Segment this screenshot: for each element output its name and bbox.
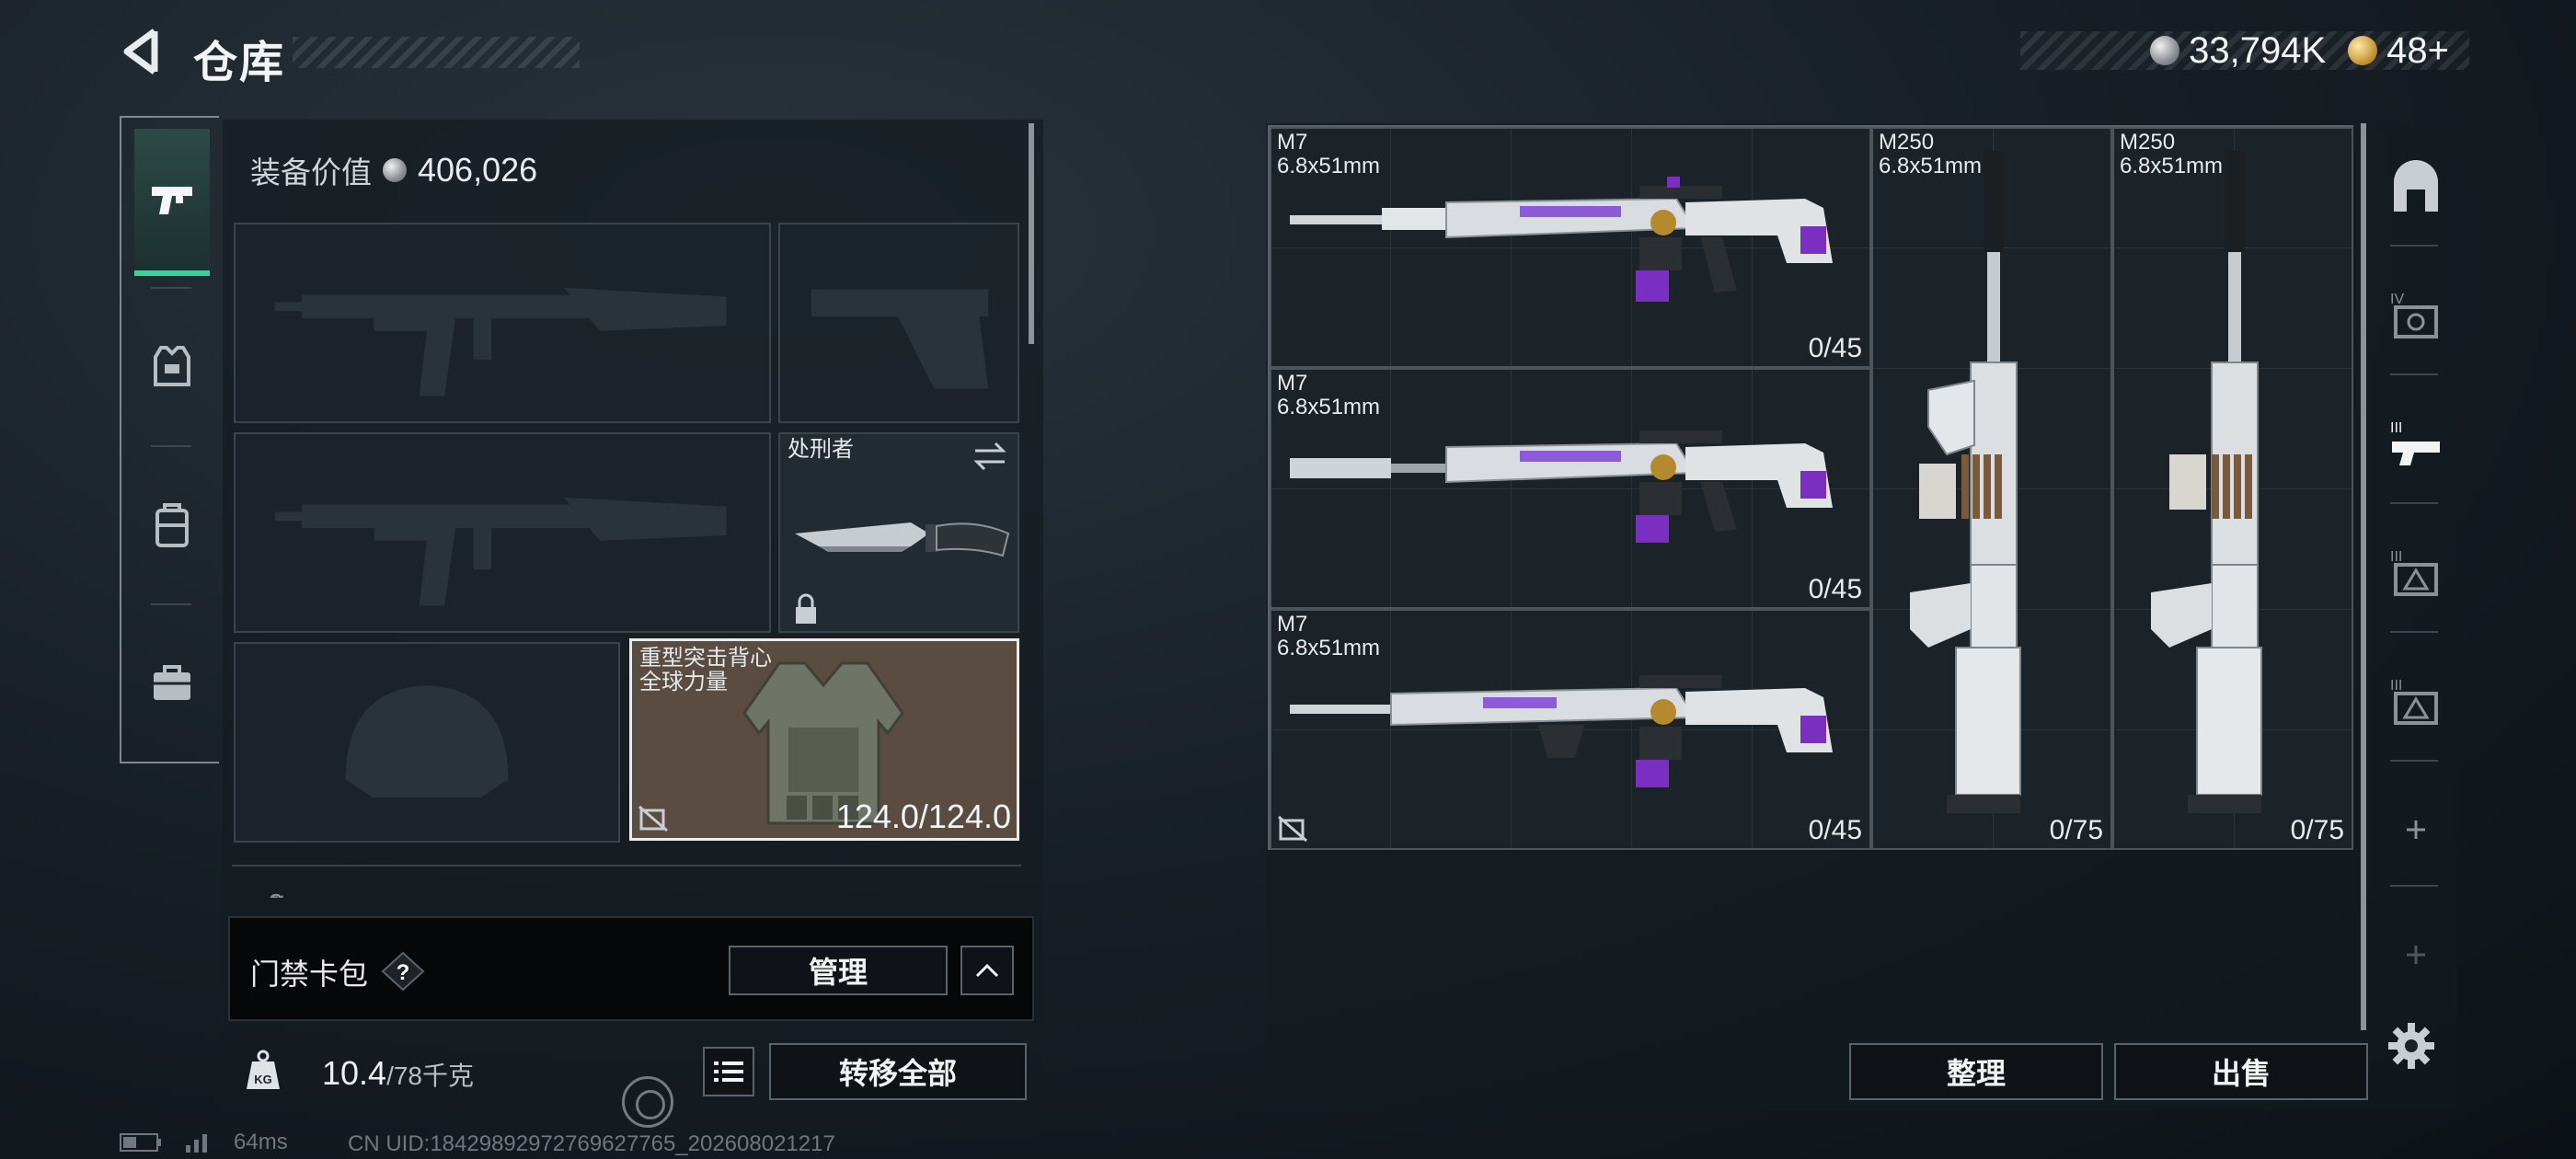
page-title: 仓库 bbox=[193, 39, 286, 87]
primary-weapon-slot-1[interactable] bbox=[234, 223, 771, 423]
chest-rig-count: 2 bbox=[269, 889, 283, 898]
storage-tier-3b-icon[interactable]: III bbox=[2386, 543, 2445, 602]
svg-text:?: ? bbox=[397, 960, 410, 985]
storage-tier-3c-icon[interactable]: III bbox=[2386, 671, 2445, 730]
list-icon bbox=[714, 1061, 743, 1082]
item-ammo-count: 0/75 bbox=[2049, 815, 2103, 845]
rifle-silhouette-icon bbox=[274, 287, 727, 396]
equipment-value-row: 装备价值 406,026 bbox=[234, 129, 1030, 212]
item-ammo-count: 0/75 bbox=[2290, 815, 2344, 845]
m250-machinegun-image bbox=[2151, 151, 2262, 813]
storage-item-m250-1[interactable]: M250 6.8x51mm 0/75 bbox=[1871, 127, 2112, 850]
item-ammo-count: 0/45 bbox=[1808, 574, 1862, 604]
melee-name: 处刑者 bbox=[788, 437, 854, 462]
svg-text:III: III bbox=[2390, 549, 2402, 565]
storage-item-m250-2[interactable]: M250 6.8x51mm 0/75 bbox=[2112, 127, 2353, 850]
svg-text:KG: KG bbox=[254, 1073, 272, 1086]
chest-rig-slot[interactable]: 胸挂 2 bbox=[232, 865, 1021, 898]
title-decoration bbox=[293, 37, 580, 68]
gold-coin-icon bbox=[2348, 36, 2378, 65]
m7-rifle-image bbox=[1290, 675, 1833, 787]
silver-coin-icon bbox=[383, 158, 407, 182]
storage-item-m7-2[interactable]: M7 6.8x51mm 0/45 bbox=[1270, 368, 1871, 609]
equipment-value: 406,026 bbox=[418, 151, 538, 189]
no-drop-icon bbox=[1278, 815, 1307, 843]
user-uid: CN UID:18429892972769627765_202608021217 bbox=[348, 1131, 835, 1156]
storage-category-rail: IV III III III bbox=[2377, 123, 2449, 1098]
primary-weapon-slot-2[interactable] bbox=[234, 432, 771, 633]
helmet-slot[interactable] bbox=[234, 642, 620, 843]
briefcase-icon bbox=[154, 665, 190, 700]
svg-text:III: III bbox=[2390, 420, 2402, 436]
lock-icon bbox=[796, 593, 816, 624]
pistol-silhouette-icon bbox=[811, 289, 989, 389]
no-drop-icon bbox=[638, 805, 668, 832]
backpack-icon bbox=[155, 503, 189, 547]
m7-rifle-image bbox=[1290, 177, 1833, 302]
knife-image bbox=[795, 522, 1010, 557]
silver-coin-icon bbox=[2150, 36, 2180, 65]
m250-machinegun-image bbox=[1910, 151, 2021, 813]
storage-tier-4-icon[interactable]: IV bbox=[2386, 285, 2445, 344]
svg-text:III: III bbox=[2390, 678, 2402, 694]
weight-display: 10.4/78千克 bbox=[322, 1054, 474, 1093]
storage-item-m7-1[interactable]: M7 6.8x51mm 0/45 bbox=[1270, 127, 1871, 368]
settings-gear-icon[interactable] bbox=[2386, 1021, 2436, 1071]
item-ammo-count: 0/45 bbox=[1808, 815, 1862, 845]
melee-slot[interactable]: 处刑者 bbox=[778, 432, 1019, 633]
helmet-silhouette-icon bbox=[345, 685, 509, 798]
category-tab-rail bbox=[120, 116, 219, 763]
tab-case[interactable] bbox=[134, 609, 210, 756]
list-view-button[interactable] bbox=[703, 1047, 754, 1096]
weight-max: /78千克 bbox=[386, 1061, 475, 1090]
rifle-silhouette-icon bbox=[274, 497, 727, 606]
item-ammo-count: 0/45 bbox=[1808, 333, 1862, 363]
keycard-wallet-label: 门禁卡包 bbox=[250, 958, 369, 991]
transfer-all-button[interactable]: 转移全部 bbox=[769, 1043, 1027, 1100]
manage-button[interactable]: 管理 bbox=[729, 946, 948, 995]
joystick-indicator[interactable] bbox=[622, 1076, 673, 1128]
chevron-up-icon bbox=[975, 963, 999, 978]
collapse-button[interactable] bbox=[960, 946, 1014, 995]
sort-button[interactable]: 整理 bbox=[1849, 1043, 2103, 1100]
svg-text:IV: IV bbox=[2390, 292, 2404, 307]
storage-item-m7-3[interactable]: M7 6.8x51mm 0/45 bbox=[1270, 609, 1871, 850]
gold-currency-value[interactable]: 48+ bbox=[2386, 30, 2449, 72]
silver-currency-value: 33,794K bbox=[2189, 29, 2327, 71]
equipment-value-label: 装备价值 bbox=[250, 155, 372, 189]
armor-vest-icon bbox=[154, 346, 190, 386]
m7-rifle-image bbox=[1290, 430, 1833, 543]
status-bar: 64ms bbox=[120, 1130, 288, 1155]
body-armor-slot[interactable]: 重型突击背心 全球力量 124.0/124.0 bbox=[629, 638, 1019, 841]
armor-durability: 124.0/124.0 bbox=[835, 798, 1011, 835]
sidearm-slot[interactable] bbox=[778, 223, 1019, 423]
ping-value: 64ms bbox=[234, 1130, 288, 1154]
sell-button[interactable]: 出售 bbox=[2114, 1043, 2368, 1100]
warehouse-icon[interactable] bbox=[2386, 160, 2445, 219]
back-arrow-icon[interactable] bbox=[118, 26, 164, 77]
add-storage-icon[interactable] bbox=[2386, 925, 2445, 984]
currency-bar: 33,794K 48+ bbox=[2020, 29, 2469, 72]
battery-icon bbox=[120, 1133, 161, 1152]
tab-armor[interactable] bbox=[134, 293, 210, 440]
swap-icon[interactable] bbox=[972, 440, 1008, 473]
tab-weapons[interactable] bbox=[134, 129, 210, 276]
add-storage-icon[interactable] bbox=[2386, 800, 2445, 859]
pistol-icon bbox=[152, 187, 192, 214]
help-icon[interactable]: ? bbox=[381, 951, 425, 992]
weight-current: 10.4 bbox=[322, 1054, 387, 1092]
storage-tier-3-icon[interactable]: III bbox=[2386, 414, 2445, 473]
storage-scrollbar[interactable] bbox=[2361, 123, 2366, 1030]
tab-backpack[interactable] bbox=[134, 451, 210, 598]
kg-weight-icon: KG bbox=[247, 1050, 280, 1089]
signal-icon bbox=[186, 1134, 207, 1153]
